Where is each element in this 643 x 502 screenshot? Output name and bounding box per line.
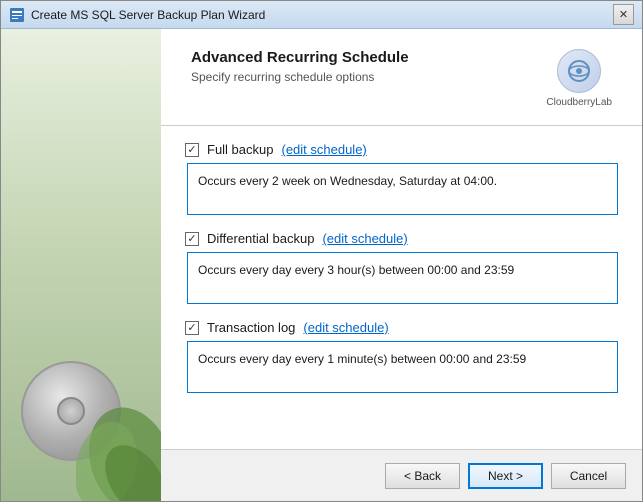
cancel-button[interactable]: Cancel bbox=[551, 463, 626, 489]
left-panel bbox=[1, 29, 161, 501]
leaf-decoration bbox=[76, 371, 161, 501]
main-window: Create MS SQL Server Backup Plan Wizard … bbox=[0, 0, 643, 502]
window-icon bbox=[9, 7, 25, 23]
differential-backup-label: Differential backup bbox=[207, 231, 314, 246]
titlebar: Create MS SQL Server Backup Plan Wizard … bbox=[1, 1, 642, 29]
full-backup-header: Full backup (edit schedule) bbox=[185, 142, 618, 157]
right-panel: Advanced Recurring Schedule Specify recu… bbox=[161, 29, 642, 501]
logo-area: CloudberryLab bbox=[546, 49, 612, 109]
back-button[interactable]: < Back bbox=[385, 463, 460, 489]
transaction-log-checkbox[interactable] bbox=[185, 321, 199, 335]
differential-backup-box: Occurs every day every 3 hour(s) between… bbox=[187, 252, 618, 304]
differential-backup-item: Differential backup (edit schedule) Occu… bbox=[185, 231, 618, 304]
close-button[interactable]: ✕ bbox=[613, 4, 634, 25]
content-area: Advanced Recurring Schedule Specify recu… bbox=[1, 29, 642, 501]
next-button[interactable]: Next > bbox=[468, 463, 543, 489]
full-backup-edit-link[interactable]: (edit schedule) bbox=[281, 142, 366, 157]
logo-circle bbox=[557, 49, 601, 93]
logo-icon bbox=[565, 57, 593, 85]
window-title: Create MS SQL Server Backup Plan Wizard bbox=[31, 8, 613, 22]
differential-backup-description: Occurs every day every 3 hour(s) between… bbox=[198, 263, 514, 277]
transaction-log-box: Occurs every day every 1 minute(s) betwe… bbox=[187, 341, 618, 393]
transaction-log-label: Transaction log bbox=[207, 320, 295, 335]
full-backup-label: Full backup bbox=[207, 142, 273, 157]
full-backup-item: Full backup (edit schedule) Occurs every… bbox=[185, 142, 618, 215]
transaction-log-description: Occurs every day every 1 minute(s) betwe… bbox=[198, 352, 526, 366]
differential-backup-edit-link[interactable]: (edit schedule) bbox=[322, 231, 407, 246]
page-title: Advanced Recurring Schedule bbox=[191, 49, 409, 66]
main-section: Full backup (edit schedule) Occurs every… bbox=[161, 126, 642, 449]
full-backup-description: Occurs every 2 week on Wednesday, Saturd… bbox=[198, 174, 497, 188]
header-section: Advanced Recurring Schedule Specify recu… bbox=[161, 29, 642, 126]
footer: < Back Next > Cancel bbox=[161, 449, 642, 501]
transaction-log-header: Transaction log (edit schedule) bbox=[185, 320, 618, 335]
page-subtitle: Specify recurring schedule options bbox=[191, 70, 409, 84]
full-backup-checkbox[interactable] bbox=[185, 143, 199, 157]
header-text: Advanced Recurring Schedule Specify recu… bbox=[191, 49, 409, 84]
full-backup-box: Occurs every 2 week on Wednesday, Saturd… bbox=[187, 163, 618, 215]
transaction-log-edit-link[interactable]: (edit schedule) bbox=[303, 320, 388, 335]
differential-backup-header: Differential backup (edit schedule) bbox=[185, 231, 618, 246]
logo-text: CloudberryLab bbox=[546, 97, 612, 109]
transaction-log-item: Transaction log (edit schedule) Occurs e… bbox=[185, 320, 618, 393]
differential-backup-checkbox[interactable] bbox=[185, 232, 199, 246]
